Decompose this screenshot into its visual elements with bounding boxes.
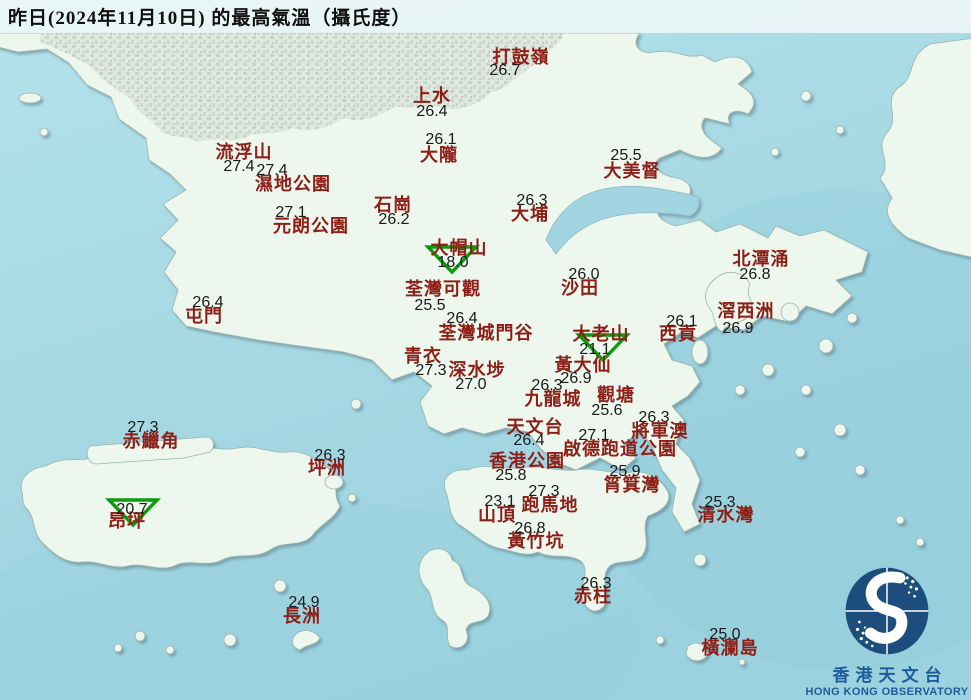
station-value: 25.6	[591, 402, 623, 419]
station-value: 26.9	[560, 370, 592, 387]
station-value: 27.4	[256, 162, 288, 179]
station-value: 27.1	[275, 204, 307, 221]
station-value: 26.3	[314, 447, 346, 464]
station-value: 20.7	[116, 501, 148, 518]
station-value: 25.8	[495, 467, 527, 484]
station-value: 27.0	[455, 376, 487, 393]
station-value: 26.1	[666, 313, 698, 330]
hko-logo: 香港天文台 HONG KONG OBSERVATORY	[805, 563, 968, 698]
station-value: 25.5	[610, 147, 642, 164]
station-value: 26.8	[739, 266, 771, 283]
station-value: 26.1	[425, 131, 457, 148]
station-label: 大美督	[603, 161, 661, 181]
station-value: 25.3	[704, 494, 736, 511]
station-value: 26.3	[638, 409, 670, 426]
station-value: 26.8	[514, 520, 546, 537]
station-value: 26.7	[489, 62, 521, 79]
station-value: 27.3	[127, 419, 159, 436]
station-value: 27.3	[528, 483, 560, 500]
station-label: 滘西洲	[717, 301, 775, 321]
station-value: 27.1	[578, 427, 610, 444]
hko-emblem-icon	[845, 567, 929, 655]
station-label: 大隴	[420, 145, 458, 165]
station-value: 26.4	[446, 310, 478, 327]
station-value: 26.3	[580, 575, 612, 592]
station-value: 26.3	[516, 192, 548, 209]
station-value: 25.9	[609, 463, 641, 480]
station-value: 26.3	[531, 377, 563, 394]
station-value: 26.9	[722, 320, 754, 337]
station-value: 23.1	[484, 493, 516, 510]
logo-text-en: HONG KONG OBSERVATORY	[805, 686, 969, 698]
station-value: 27.4	[223, 158, 255, 175]
station-value: 18.0	[437, 254, 469, 271]
station-value: 26.0	[568, 266, 600, 283]
station-value: 26.4	[513, 432, 545, 449]
station-value: 26.2	[378, 211, 410, 228]
weather-map-screen: 昨日(2024年11月10日) 的最高氣溫（攝氏度） 打鼓嶺 26.7 上水 26.4…	[0, 0, 971, 700]
station-value: 26.4	[192, 294, 224, 311]
station-label: 荃灣可觀	[405, 279, 481, 299]
station-value: 25.5	[414, 297, 446, 314]
logo-text-zh: 香港天文台	[832, 666, 948, 685]
station-value: 27.3	[415, 362, 447, 379]
station-value: 26.4	[416, 103, 448, 120]
station-value: 24.9	[288, 594, 320, 611]
station-value: 25.0	[709, 626, 741, 643]
